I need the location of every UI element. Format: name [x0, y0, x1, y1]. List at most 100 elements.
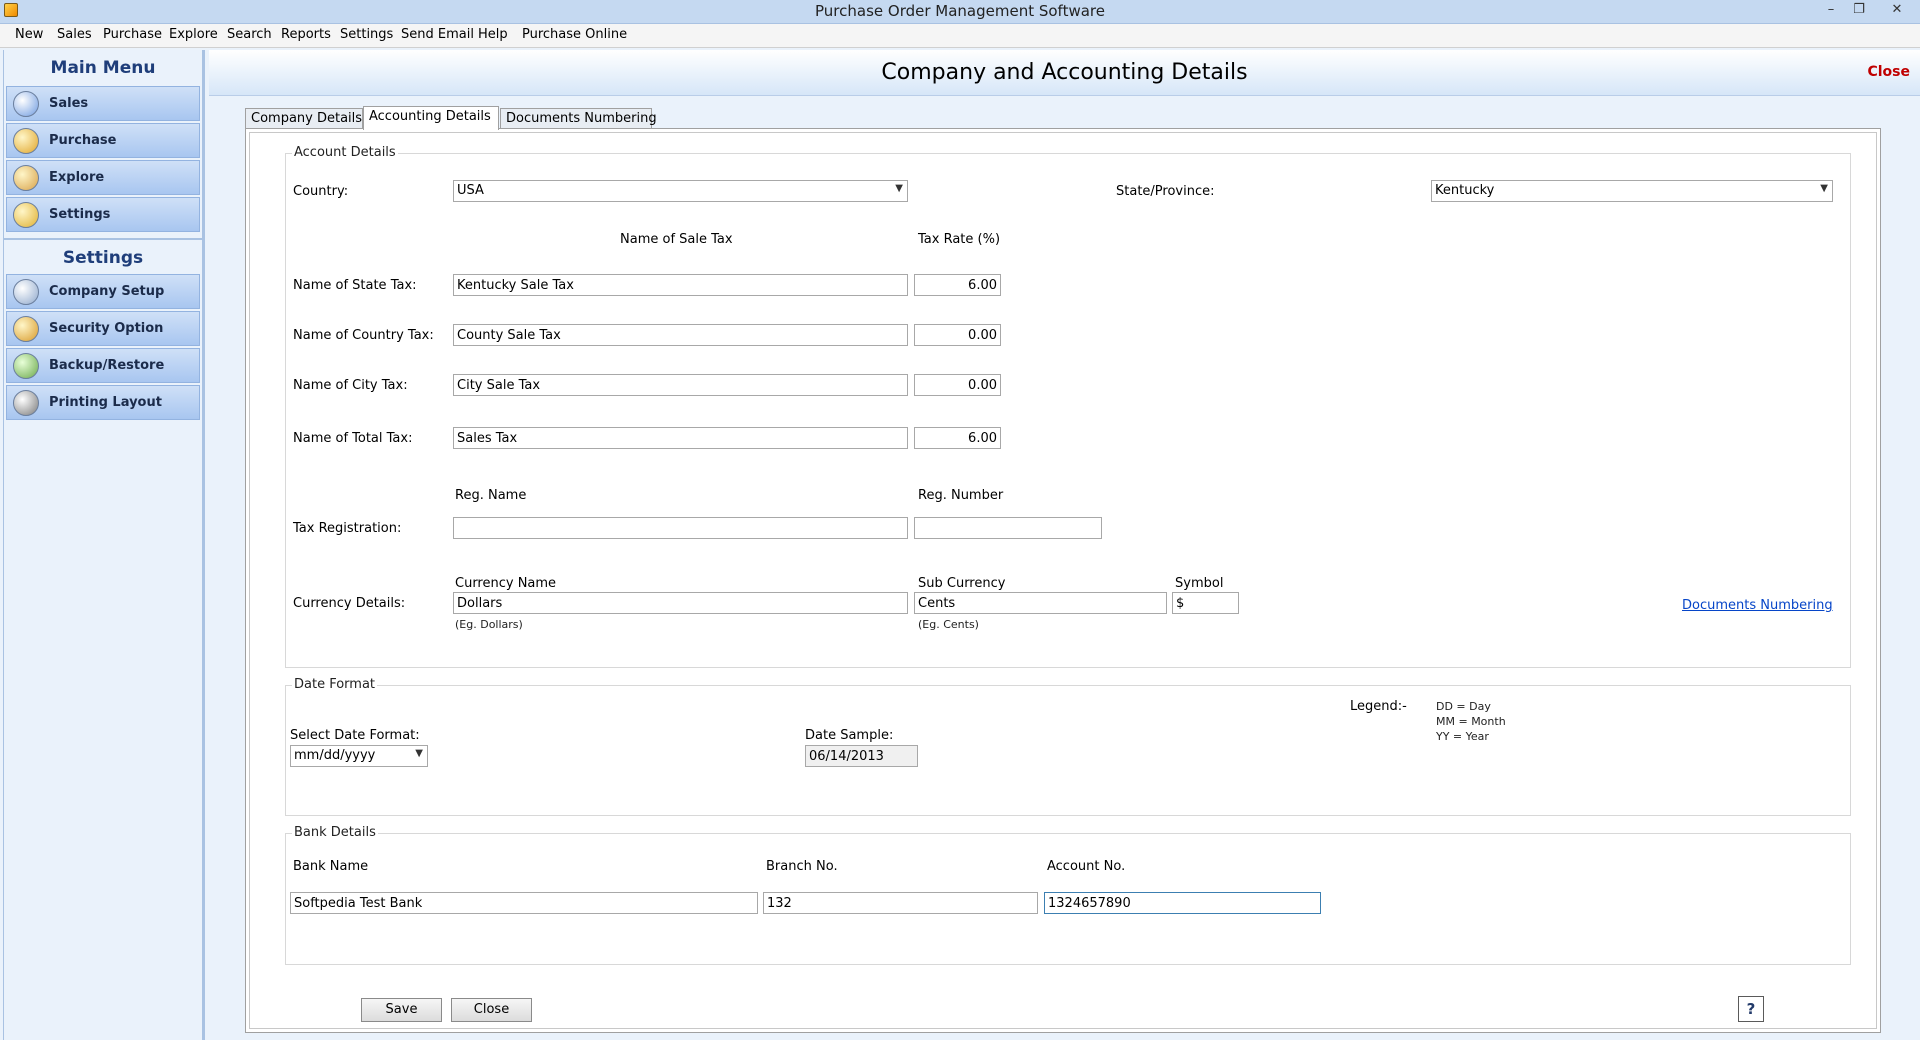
- bank-details-label: Bank Details: [292, 825, 378, 840]
- total-tax-name-input[interactable]: [453, 427, 908, 449]
- account-details-label: Account Details: [292, 145, 398, 160]
- state-select-value: Kentucky: [1435, 183, 1495, 198]
- menu-help[interactable]: Help: [478, 27, 508, 42]
- sub-currency-hint: (Eg. Cents): [918, 618, 979, 631]
- page-header: Company and Accounting Details Close: [209, 50, 1920, 96]
- sidebar-item-printing-layout[interactable]: Printing Layout: [6, 385, 200, 420]
- help-icon[interactable]: ?: [1738, 996, 1764, 1022]
- city-tax-rate-input[interactable]: [914, 374, 1001, 396]
- menu-search[interactable]: Search: [227, 27, 272, 42]
- sidebar-item-security-option[interactable]: Security Option: [6, 311, 200, 346]
- sidebar-item-label: Purchase: [49, 133, 117, 148]
- menu-bar: New Sales Purchase Explore Search Report…: [0, 24, 1920, 48]
- sidebar-item-label: Printing Layout: [49, 395, 162, 410]
- printer-icon: [13, 390, 39, 416]
- chevron-down-icon: ▼: [1820, 183, 1828, 194]
- menu-sales[interactable]: Sales: [57, 27, 92, 42]
- account-details-group: Account Details Country: USA ▼ State/Pro…: [285, 145, 1851, 668]
- city-tax-name-input[interactable]: [453, 374, 908, 396]
- bank-name-input[interactable]: [290, 892, 758, 914]
- col-name-header: Name of Sale Tax: [620, 232, 733, 247]
- total-tax-label: Name of Total Tax:: [293, 431, 413, 446]
- tab-company-details[interactable]: Company Details: [245, 108, 363, 129]
- sub-currency-input[interactable]: [914, 592, 1167, 614]
- country-tax-label: Name of Country Tax:: [293, 328, 434, 343]
- settings-gear-icon: [13, 202, 39, 228]
- chevron-down-icon: ▼: [415, 748, 423, 759]
- sidebar-item-company-setup[interactable]: Company Setup: [6, 274, 200, 309]
- sidebar: Main Menu Sales Purchase Explore Setting…: [3, 50, 205, 1040]
- reg-name-header: Reg. Name: [455, 488, 527, 503]
- main-panel: Company and Accounting Details Close Com…: [209, 50, 1920, 1040]
- sales-chart-icon: [13, 91, 39, 117]
- sub-currency-header: Sub Currency: [918, 576, 1006, 591]
- state-tax-name-input[interactable]: [453, 274, 908, 296]
- explore-icon: [13, 165, 39, 191]
- currency-details-label: Currency Details:: [293, 596, 406, 611]
- sidebar-item-explore[interactable]: Explore: [6, 160, 200, 195]
- title-bar: Purchase Order Management Software – ❐ ✕: [0, 0, 1920, 24]
- menu-settings[interactable]: Settings: [340, 27, 393, 42]
- documents-numbering-link[interactable]: Documents Numbering: [1682, 598, 1833, 613]
- window-close-button[interactable]: ✕: [1884, 1, 1910, 21]
- sidebar-item-backup-restore[interactable]: Backup/Restore: [6, 348, 200, 383]
- menu-purchase-online[interactable]: Purchase Online: [522, 27, 627, 42]
- symbol-header: Symbol: [1175, 576, 1224, 591]
- sidebar-item-label: Settings: [49, 207, 111, 222]
- minimize-button[interactable]: –: [1818, 1, 1844, 21]
- state-tax-rate-input[interactable]: [914, 274, 1001, 296]
- backup-restore-icon: [13, 353, 39, 379]
- date-format-select[interactable]: mm/dd/yyyy ▼: [290, 745, 428, 767]
- state-tax-label: Name of State Tax:: [293, 278, 417, 293]
- date-format-select-value: mm/dd/yyyy: [294, 748, 376, 763]
- country-label: Country:: [293, 184, 349, 199]
- menu-purchase[interactable]: Purchase: [103, 27, 162, 42]
- save-button[interactable]: Save: [361, 998, 442, 1022]
- sidebar-item-label: Explore: [49, 170, 105, 185]
- country-select-value: USA: [457, 183, 484, 198]
- reg-name-input[interactable]: [453, 517, 908, 539]
- state-select[interactable]: Kentucky ▼: [1431, 180, 1833, 202]
- close-button[interactable]: Close: [451, 998, 532, 1022]
- menu-new[interactable]: New: [15, 27, 43, 42]
- city-tax-label: Name of City Tax:: [293, 378, 408, 393]
- bank-details-group: Bank Details Bank Name Branch No. Accoun…: [285, 825, 1851, 965]
- country-select[interactable]: USA ▼: [453, 180, 908, 202]
- tab-documents-numbering[interactable]: Documents Numbering: [500, 108, 657, 129]
- account-no-label: Account No.: [1047, 859, 1126, 874]
- main-menu-title: Main Menu: [50, 58, 156, 78]
- reg-number-header: Reg. Number: [918, 488, 1004, 503]
- date-sample-input: [805, 745, 918, 767]
- sidebar-item-settings[interactable]: Settings: [6, 197, 200, 232]
- menu-send-email[interactable]: Send Email: [401, 27, 474, 42]
- tab-accounting-details[interactable]: Accounting Details: [363, 106, 499, 130]
- country-tax-rate-input[interactable]: [914, 324, 1001, 346]
- select-date-format-label: Select Date Format:: [290, 728, 420, 743]
- total-tax-rate-input[interactable]: [914, 427, 1001, 449]
- legend-label: Legend:-: [1350, 699, 1407, 714]
- restore-button[interactable]: ❐: [1846, 1, 1872, 21]
- tax-registration-label: Tax Registration:: [293, 521, 402, 536]
- menu-reports[interactable]: Reports: [281, 27, 331, 42]
- branch-no-input[interactable]: [763, 892, 1038, 914]
- date-sample-label: Date Sample:: [805, 728, 894, 743]
- sidebar-item-sales[interactable]: Sales: [6, 86, 200, 121]
- currency-name-input[interactable]: [453, 592, 908, 614]
- page-close-link[interactable]: Close: [1867, 64, 1910, 80]
- legend-day: DD = Day: [1436, 700, 1491, 713]
- symbol-input[interactable]: [1172, 592, 1239, 614]
- sidebar-item-label: Company Setup: [49, 284, 165, 299]
- company-setup-icon: [13, 279, 39, 305]
- date-format-label: Date Format: [292, 677, 378, 692]
- country-tax-name-input[interactable]: [453, 324, 908, 346]
- accounting-details-panel: Account Details Country: USA ▼ State/Pro…: [245, 128, 1881, 1033]
- date-format-group: Date Format Select Date Format: mm/dd/yy…: [285, 677, 1851, 816]
- window-title: Purchase Order Management Software: [815, 2, 1105, 20]
- legend-year: YY = Year: [1436, 730, 1489, 743]
- sidebar-item-label: Sales: [49, 96, 89, 111]
- reg-number-input[interactable]: [914, 517, 1102, 539]
- menu-explore[interactable]: Explore: [169, 27, 218, 42]
- account-no-input[interactable]: [1044, 892, 1321, 914]
- sidebar-item-purchase[interactable]: Purchase: [6, 123, 200, 158]
- state-label: State/Province:: [1116, 184, 1215, 199]
